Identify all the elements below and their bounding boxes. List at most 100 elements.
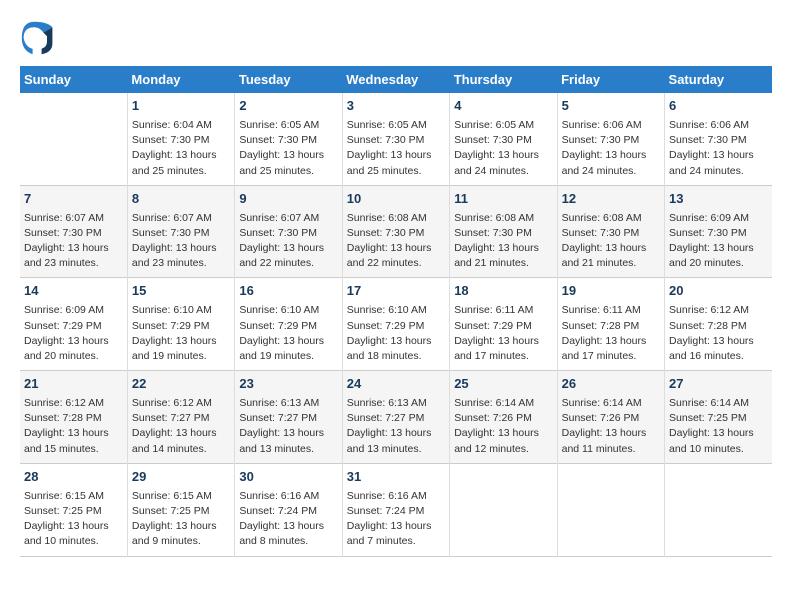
day-number: 6 xyxy=(669,97,768,116)
day-number: 25 xyxy=(454,375,552,394)
calendar-cell xyxy=(20,93,127,185)
day-number: 2 xyxy=(239,97,337,116)
day-number: 26 xyxy=(562,375,660,394)
day-number: 18 xyxy=(454,282,552,301)
day-info: Sunrise: 6:05 AMSunset: 7:30 PMDaylight:… xyxy=(239,118,337,179)
calendar-cell: 20 Sunrise: 6:12 AMSunset: 7:28 PMDayligh… xyxy=(665,278,772,371)
day-number: 10 xyxy=(347,190,445,209)
day-number: 20 xyxy=(669,282,768,301)
day-info: Sunrise: 6:15 AMSunset: 7:25 PMDaylight:… xyxy=(132,489,230,550)
col-header-friday: Friday xyxy=(557,66,664,93)
day-info: Sunrise: 6:09 AMSunset: 7:30 PMDaylight:… xyxy=(669,211,768,272)
day-info: Sunrise: 6:16 AMSunset: 7:24 PMDaylight:… xyxy=(347,489,445,550)
calendar-cell: 28 Sunrise: 6:15 AMSunset: 7:25 PMDayligh… xyxy=(20,463,127,556)
day-info: Sunrise: 6:07 AMSunset: 7:30 PMDaylight:… xyxy=(24,211,123,272)
col-header-wednesday: Wednesday xyxy=(342,66,449,93)
day-info: Sunrise: 6:05 AMSunset: 7:30 PMDaylight:… xyxy=(347,118,445,179)
col-header-tuesday: Tuesday xyxy=(235,66,342,93)
day-number: 15 xyxy=(132,282,230,301)
day-info: Sunrise: 6:10 AMSunset: 7:29 PMDaylight:… xyxy=(132,303,230,364)
day-info: Sunrise: 6:07 AMSunset: 7:30 PMDaylight:… xyxy=(239,211,337,272)
day-number: 16 xyxy=(239,282,337,301)
day-number: 21 xyxy=(24,375,123,394)
header-row: SundayMondayTuesdayWednesdayThursdayFrid… xyxy=(20,66,772,93)
week-row-1: 1 Sunrise: 6:04 AMSunset: 7:30 PMDaylight… xyxy=(20,93,772,185)
day-number: 1 xyxy=(132,97,230,116)
calendar-cell: 15 Sunrise: 6:10 AMSunset: 7:29 PMDayligh… xyxy=(127,278,234,371)
day-info: Sunrise: 6:08 AMSunset: 7:30 PMDaylight:… xyxy=(454,211,552,272)
day-number: 30 xyxy=(239,468,337,487)
day-info: Sunrise: 6:12 AMSunset: 7:28 PMDaylight:… xyxy=(669,303,768,364)
day-number: 9 xyxy=(239,190,337,209)
day-info: Sunrise: 6:14 AMSunset: 7:26 PMDaylight:… xyxy=(454,396,552,457)
calendar-cell: 10 Sunrise: 6:08 AMSunset: 7:30 PMDayligh… xyxy=(342,185,449,278)
day-number: 7 xyxy=(24,190,123,209)
col-header-thursday: Thursday xyxy=(450,66,557,93)
calendar-cell: 12Sunrise: 6:08 AMSunset: 7:30 PMDayligh… xyxy=(557,185,664,278)
calendar-cell: 9 Sunrise: 6:07 AMSunset: 7:30 PMDaylight… xyxy=(235,185,342,278)
day-info: Sunrise: 6:14 AMSunset: 7:26 PMDaylight:… xyxy=(562,396,660,457)
day-info: Sunrise: 6:11 AMSunset: 7:28 PMDaylight:… xyxy=(562,303,660,364)
day-number: 29 xyxy=(132,468,230,487)
logo xyxy=(20,20,62,56)
day-info: Sunrise: 6:08 AMSunset: 7:30 PMDaylight:… xyxy=(347,211,445,272)
calendar-cell: 2 Sunrise: 6:05 AMSunset: 7:30 PMDaylight… xyxy=(235,93,342,185)
day-number: 22 xyxy=(132,375,230,394)
calendar-cell: 17 Sunrise: 6:10 AMSunset: 7:29 PMDayligh… xyxy=(342,278,449,371)
day-info: Sunrise: 6:12 AMSunset: 7:28 PMDaylight:… xyxy=(24,396,123,457)
day-info: Sunrise: 6:12 AMSunset: 7:27 PMDaylight:… xyxy=(132,396,230,457)
day-info: Sunrise: 6:06 AMSunset: 7:30 PMDaylight:… xyxy=(669,118,768,179)
calendar-cell: 1 Sunrise: 6:04 AMSunset: 7:30 PMDaylight… xyxy=(127,93,234,185)
calendar-cell: 8 Sunrise: 6:07 AMSunset: 7:30 PMDaylight… xyxy=(127,185,234,278)
calendar-cell: 31 Sunrise: 6:16 AMSunset: 7:24 PMDayligh… xyxy=(342,463,449,556)
day-number: 17 xyxy=(347,282,445,301)
calendar-cell xyxy=(665,463,772,556)
calendar-cell: 14 Sunrise: 6:09 AMSunset: 7:29 PMDayligh… xyxy=(20,278,127,371)
calendar-cell: 16 Sunrise: 6:10 AMSunset: 7:29 PMDayligh… xyxy=(235,278,342,371)
day-number: 8 xyxy=(132,190,230,209)
day-number: 12 xyxy=(562,190,660,209)
day-info: Sunrise: 6:14 AMSunset: 7:25 PMDaylight:… xyxy=(669,396,768,457)
calendar-cell: 5Sunrise: 6:06 AMSunset: 7:30 PMDaylight… xyxy=(557,93,664,185)
calendar-cell: 27Sunrise: 6:14 AMSunset: 7:25 PMDayligh… xyxy=(665,371,772,464)
calendar-cell: 4Sunrise: 6:05 AMSunset: 7:30 PMDaylight… xyxy=(450,93,557,185)
day-info: Sunrise: 6:06 AMSunset: 7:30 PMDaylight:… xyxy=(562,118,660,179)
week-row-2: 7 Sunrise: 6:07 AMSunset: 7:30 PMDaylight… xyxy=(20,185,772,278)
day-info: Sunrise: 6:10 AMSunset: 7:29 PMDaylight:… xyxy=(347,303,445,364)
day-info: Sunrise: 6:11 AMSunset: 7:29 PMDaylight:… xyxy=(454,303,552,364)
calendar-cell: 19 Sunrise: 6:11 AMSunset: 7:28 PMDayligh… xyxy=(557,278,664,371)
logo-icon xyxy=(20,20,56,56)
day-number: 23 xyxy=(239,375,337,394)
calendar-cell: 29 Sunrise: 6:15 AMSunset: 7:25 PMDayligh… xyxy=(127,463,234,556)
day-number: 31 xyxy=(347,468,445,487)
day-info: Sunrise: 6:07 AMSunset: 7:30 PMDaylight:… xyxy=(132,211,230,272)
col-header-sunday: Sunday xyxy=(20,66,127,93)
calendar-cell: 23Sunrise: 6:13 AMSunset: 7:27 PMDayligh… xyxy=(235,371,342,464)
calendar-cell: 21 Sunrise: 6:12 AMSunset: 7:28 PMDayligh… xyxy=(20,371,127,464)
calendar-cell: 30 Sunrise: 6:16 AMSunset: 7:24 PMDayligh… xyxy=(235,463,342,556)
day-number: 28 xyxy=(24,468,123,487)
calendar-cell: 3 Sunrise: 6:05 AMSunset: 7:30 PMDaylight… xyxy=(342,93,449,185)
calendar-cell: 6 Sunrise: 6:06 AMSunset: 7:30 PMDaylight… xyxy=(665,93,772,185)
col-header-monday: Monday xyxy=(127,66,234,93)
day-info: Sunrise: 6:10 AMSunset: 7:29 PMDaylight:… xyxy=(239,303,337,364)
day-info: Sunrise: 6:15 AMSunset: 7:25 PMDaylight:… xyxy=(24,489,123,550)
calendar-cell xyxy=(450,463,557,556)
day-number: 13 xyxy=(669,190,768,209)
week-row-4: 21 Sunrise: 6:12 AMSunset: 7:28 PMDayligh… xyxy=(20,371,772,464)
day-info: Sunrise: 6:13 AMSunset: 7:27 PMDaylight:… xyxy=(347,396,445,457)
calendar-cell: 24Sunrise: 6:13 AMSunset: 7:27 PMDayligh… xyxy=(342,371,449,464)
col-header-saturday: Saturday xyxy=(665,66,772,93)
day-info: Sunrise: 6:16 AMSunset: 7:24 PMDaylight:… xyxy=(239,489,337,550)
day-info: Sunrise: 6:09 AMSunset: 7:29 PMDaylight:… xyxy=(24,303,123,364)
calendar-cell: 26 Sunrise: 6:14 AMSunset: 7:26 PMDayligh… xyxy=(557,371,664,464)
week-row-3: 14 Sunrise: 6:09 AMSunset: 7:29 PMDayligh… xyxy=(20,278,772,371)
day-number: 3 xyxy=(347,97,445,116)
day-number: 19 xyxy=(562,282,660,301)
page-header xyxy=(20,20,772,56)
calendar-cell: 18 Sunrise: 6:11 AMSunset: 7:29 PMDayligh… xyxy=(450,278,557,371)
calendar-cell xyxy=(557,463,664,556)
day-info: Sunrise: 6:05 AMSunset: 7:30 PMDaylight:… xyxy=(454,118,552,179)
day-info: Sunrise: 6:04 AMSunset: 7:30 PMDaylight:… xyxy=(132,118,230,179)
day-number: 14 xyxy=(24,282,123,301)
